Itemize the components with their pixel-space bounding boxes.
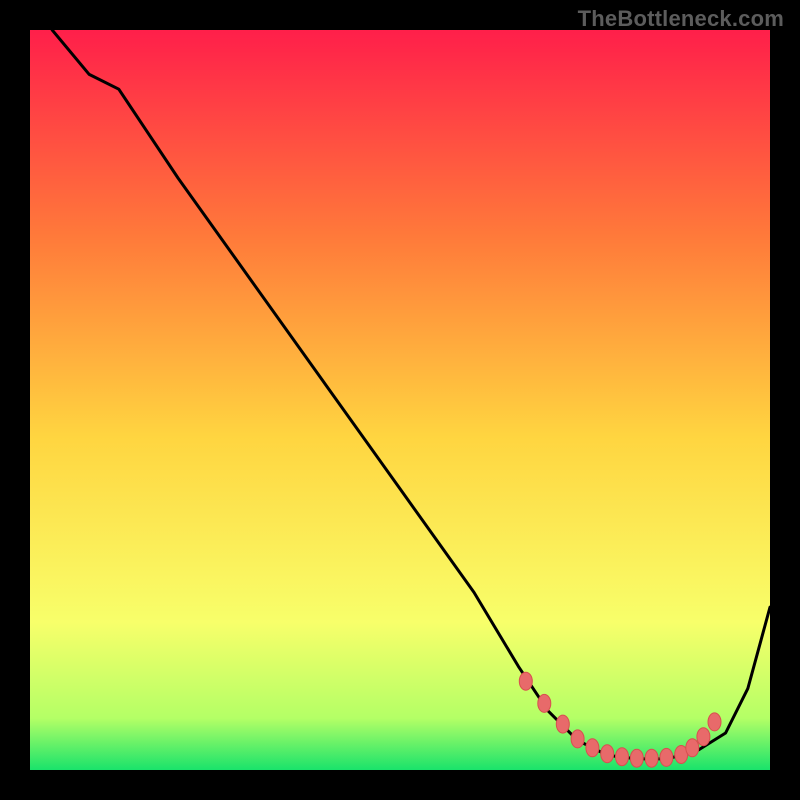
marker-dot bbox=[538, 694, 551, 712]
marker-dot bbox=[601, 745, 614, 763]
marker-dot bbox=[686, 739, 699, 757]
marker-dot bbox=[616, 748, 629, 766]
marker-dot bbox=[586, 739, 599, 757]
marker-dot bbox=[556, 715, 569, 733]
gradient-background bbox=[30, 30, 770, 770]
chart-svg bbox=[30, 30, 770, 770]
marker-dot bbox=[697, 728, 710, 746]
chart-container: TheBottleneck.com bbox=[0, 0, 800, 800]
plot-area bbox=[30, 30, 770, 770]
marker-dot bbox=[660, 748, 673, 766]
marker-dot bbox=[645, 749, 658, 767]
marker-dot bbox=[519, 672, 532, 690]
marker-dot bbox=[571, 730, 584, 748]
marker-dot bbox=[708, 713, 721, 731]
marker-dot bbox=[630, 749, 643, 767]
watermark-text: TheBottleneck.com bbox=[578, 6, 784, 32]
